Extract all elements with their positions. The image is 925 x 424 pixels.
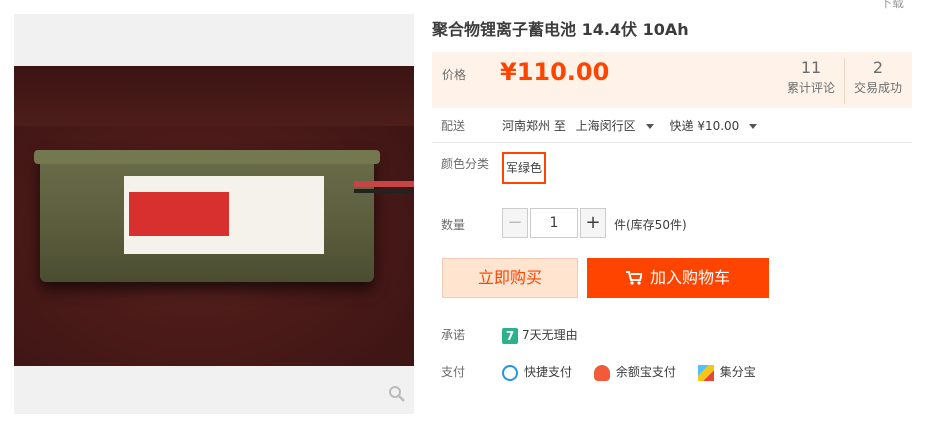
- add-to-cart-button[interactable]: 加入购物车: [587, 258, 769, 298]
- shipping-method-select[interactable]: 快递 ¥10.00: [670, 119, 758, 133]
- delivery-info: 河南郑州 至 上海闵行区 快递 ¥10.00: [502, 117, 763, 134]
- cart-icon: [625, 271, 642, 285]
- payment-methods: 快捷支付 余额宝支付 集分宝: [502, 363, 774, 381]
- top-link-partial[interactable]: 下载: [880, 0, 904, 11]
- payment-method-yuebao[interactable]: 余额宝支付: [593, 363, 676, 381]
- product-gallery: [14, 14, 414, 414]
- stock-info: 件(库存50件): [614, 218, 687, 232]
- delivery-from: 河南郑州 至: [502, 119, 566, 133]
- product-label-sticker: [124, 176, 324, 254]
- quantity-decrease-button[interactable]: −: [502, 208, 528, 238]
- buy-now-button[interactable]: 立即购买: [442, 258, 578, 298]
- chevron-down-icon: [749, 124, 758, 129]
- color-option-selected[interactable]: 军绿色: [502, 152, 546, 184]
- quantity-label: 数量: [441, 218, 466, 232]
- promise-label: 承诺: [441, 328, 466, 342]
- delivery-label: 配送: [441, 119, 466, 133]
- product-title: 聚合物锂离子蓄电池 14.4伏 10Ah: [432, 20, 689, 39]
- color-label: 颜色分类: [441, 157, 490, 171]
- price-value: ¥110.00: [500, 58, 610, 86]
- payment-method-quick[interactable]: 快捷支付: [502, 363, 572, 381]
- battery-graphic: [34, 150, 380, 282]
- price-label: 价格: [442, 68, 467, 82]
- reviews-stat[interactable]: 11 累计评论: [778, 58, 844, 96]
- seven-day-return-icon: 7: [502, 327, 518, 344]
- promise-item[interactable]: 7 7天无理由: [502, 326, 578, 344]
- money-bag-icon: [593, 364, 610, 381]
- quick-pay-icon: [502, 364, 518, 381]
- jifenbao-icon: [697, 364, 714, 381]
- product-image[interactable]: [14, 66, 414, 366]
- delivery-destination-select[interactable]: 上海闵行区: [576, 119, 654, 133]
- sales-stat: 2 交易成功: [844, 58, 911, 104]
- payment-label: 支付: [441, 365, 466, 379]
- quantity-increase-button[interactable]: +: [580, 208, 606, 238]
- chevron-down-icon: [645, 124, 654, 129]
- price-panel: 价格 ¥110.00 11 累计评论 2 交易成功: [432, 52, 912, 108]
- divider: [432, 142, 912, 143]
- quantity-input[interactable]: 1: [530, 208, 578, 238]
- zoom-icon[interactable]: [388, 385, 406, 408]
- payment-method-jifenbao[interactable]: 集分宝: [697, 363, 756, 381]
